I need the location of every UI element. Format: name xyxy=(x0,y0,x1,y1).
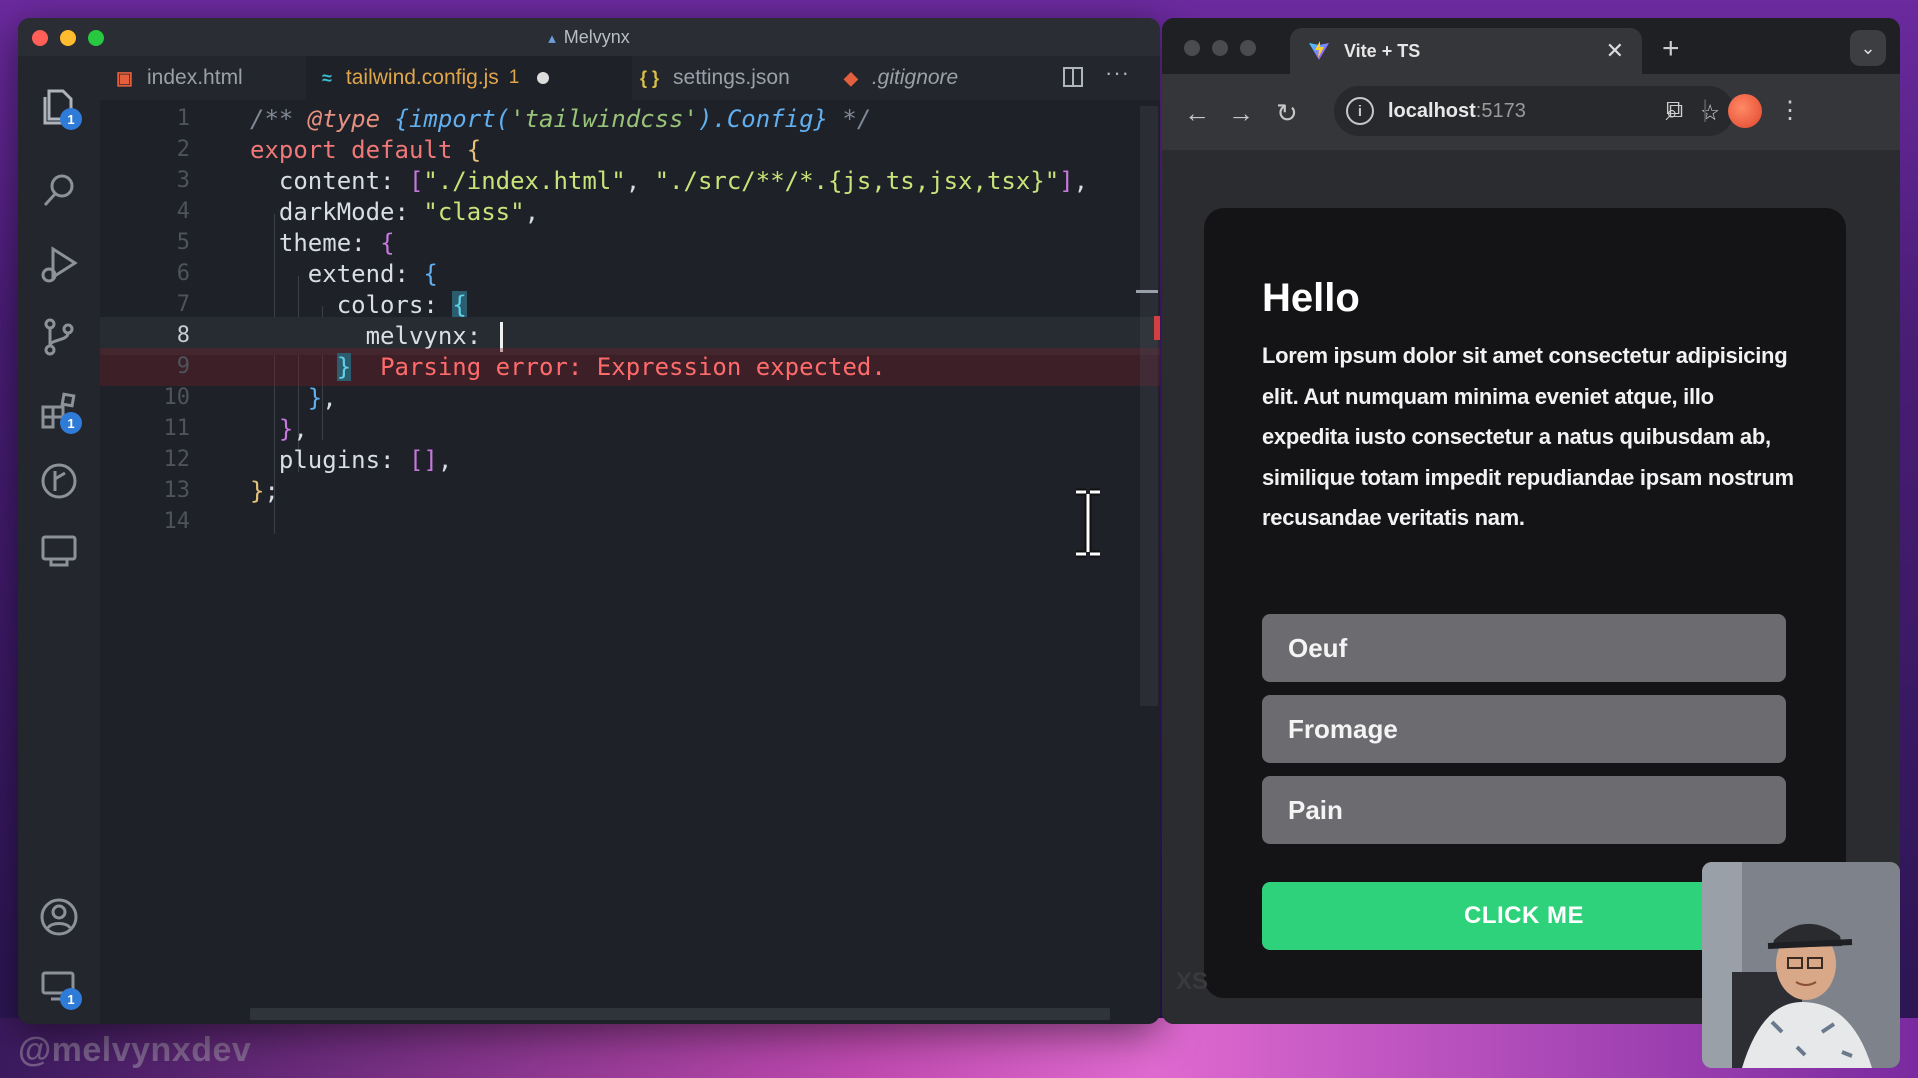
folder-icon: ▴ xyxy=(548,30,556,47)
git-graph-icon xyxy=(41,463,77,499)
new-tab-icon[interactable]: + xyxy=(1662,32,1680,66)
toolbar-divider: | xyxy=(1702,96,1709,123)
forward-arrow-icon[interactable]: → xyxy=(1228,98,1254,129)
search-button[interactable] xyxy=(34,166,84,216)
run-debug-icon xyxy=(41,246,78,283)
channel-watermark: @melvynxdev xyxy=(18,1031,252,1069)
tailwind-icon: ≈ xyxy=(322,67,332,88)
json-braces-icon: { } xyxy=(640,67,660,88)
ibeam-cursor-icon xyxy=(1076,488,1100,558)
manage-badge: 1 xyxy=(60,988,82,1010)
vscode-title: ▴ Melvynx xyxy=(548,27,630,47)
close-window-button[interactable] xyxy=(1184,40,1200,56)
reload-icon[interactable]: ↻ xyxy=(1276,98,1298,129)
option-fromage[interactable]: Fromage xyxy=(1262,695,1786,763)
vscode-window: ▴ Melvynx 1 1 1 ▣ index.html ≈ tailwind.… xyxy=(18,18,1160,1024)
browser-tab-vite[interactable]: Vite + TS ✕ xyxy=(1290,28,1642,74)
horizontal-scrollbar[interactable] xyxy=(250,1008,1110,1020)
code-line: 14 xyxy=(163,509,191,534)
tab-gitignore[interactable]: ◆ .gitignore xyxy=(828,56,1028,100)
remote-explorer-icon xyxy=(41,535,77,567)
git-icon: ◆ xyxy=(844,67,858,88)
browser-tab-strip: Vite + TS ✕ + ⌄ xyxy=(1162,18,1900,74)
extensions-button[interactable]: 1 xyxy=(34,386,84,436)
problems-count: 1 xyxy=(508,67,520,88)
editor-tab-bar: ▣ index.html ≈ tailwind.config.js 1 { } … xyxy=(100,56,1160,101)
search-icon xyxy=(43,174,74,207)
webcam-overlay xyxy=(1702,862,1900,1068)
source-control-button[interactable] xyxy=(34,312,84,362)
git-graph-button[interactable] xyxy=(34,456,84,506)
desktop-background-glow xyxy=(0,1018,1918,1078)
vite-logo-icon xyxy=(1309,41,1329,60)
breakpoint-indicator: XS xyxy=(1176,968,1209,995)
extensions-badge: 1 xyxy=(60,412,82,434)
tab-settings-json[interactable]: { } settings.json xyxy=(624,56,854,100)
browser-menu-icon[interactable]: ⋮ xyxy=(1778,96,1802,125)
explorer-badge: 1 xyxy=(60,108,82,130)
html5-icon: ▣ xyxy=(116,67,134,88)
tab-index-html[interactable]: ▣ index.html xyxy=(100,56,336,100)
accounts-button[interactable] xyxy=(34,892,84,942)
vertical-scrollbar[interactable] xyxy=(1140,106,1158,706)
account-icon xyxy=(40,898,78,936)
inline-error-message: Parsing error: Expression expected. xyxy=(380,353,886,381)
split-editor-icon[interactable] xyxy=(1062,66,1084,88)
vscode-titlebar: ▴ Melvynx xyxy=(18,18,1160,56)
more-actions-icon[interactable]: ··· xyxy=(1105,60,1130,86)
run-debug-button[interactable] xyxy=(34,240,84,290)
close-tab-icon[interactable]: ✕ xyxy=(1606,38,1624,64)
profile-avatar[interactable] xyxy=(1728,94,1762,128)
source-control-icon xyxy=(44,318,74,356)
browser-toolbar: ← → ↻ i localhost:5173 ⌕ ☆ ⧉ | ⋮ xyxy=(1162,74,1900,150)
scrollbar-cursor-marker xyxy=(1136,290,1158,293)
code-editor[interactable]: 1 /** @type {import('tailwindcss').Confi… xyxy=(100,100,1160,1024)
presenter-video xyxy=(1702,862,1900,1068)
explorer-button[interactable]: 1 xyxy=(34,82,84,132)
tab-tailwind-config[interactable]: ≈ tailwind.config.js 1 xyxy=(306,56,632,100)
maximize-window-button[interactable] xyxy=(1240,40,1256,56)
remote-explorer-button[interactable] xyxy=(34,526,84,576)
option-oeuf[interactable]: Oeuf xyxy=(1262,614,1786,682)
back-arrow-icon[interactable]: ← xyxy=(1184,98,1210,129)
page-paragraph: Lorem ipsum dolor sit amet consectetur a… xyxy=(1262,343,1794,530)
site-info-icon[interactable]: i xyxy=(1346,97,1374,125)
tab-search-chevron-icon[interactable]: ⌄ xyxy=(1850,30,1886,66)
minimize-window-button[interactable] xyxy=(1212,40,1228,56)
manage-button[interactable]: 1 xyxy=(34,962,84,1012)
option-pain[interactable]: Pain xyxy=(1262,776,1786,844)
extensions-puzzle-icon[interactable]: ⧉ xyxy=(1666,96,1683,124)
unsaved-dot-icon[interactable] xyxy=(537,72,550,84)
page-heading: Hello xyxy=(1262,276,1360,320)
url-text: localhost:5173 xyxy=(1388,99,1526,122)
scrollbar-error-marker xyxy=(1154,316,1160,340)
activity-bar: 1 1 1 xyxy=(18,56,100,1024)
